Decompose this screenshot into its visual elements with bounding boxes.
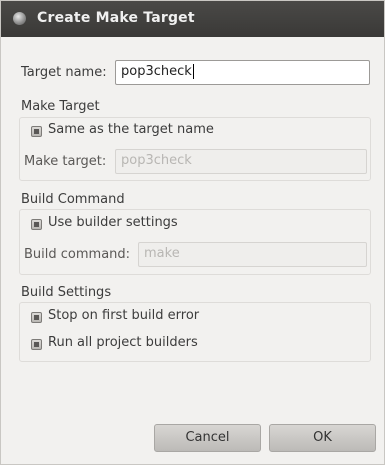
target-name-label: Target name: <box>21 65 107 80</box>
build-command-input[interactable]: make <box>138 242 367 267</box>
build-command-value: make <box>144 246 180 261</box>
text-caret <box>192 64 194 79</box>
title-bar: Create Make Target <box>1 1 384 37</box>
make-target-input[interactable]: pop3check <box>115 149 367 174</box>
create-make-target-dialog: Create Make Target Target name: pop3chec… <box>0 0 385 465</box>
same-as-target-name-checkbox[interactable] <box>31 126 42 137</box>
run-all-builders-label: Run all project builders <box>48 335 198 350</box>
use-builder-settings-checkbox[interactable] <box>31 219 42 230</box>
target-name-value: pop3check <box>121 64 192 79</box>
use-builder-settings-label: Use builder settings <box>48 215 178 230</box>
build-settings-section-title: Build Settings <box>21 285 112 300</box>
target-name-input[interactable]: pop3check <box>115 60 370 85</box>
make-target-label: Make target: <box>24 154 107 169</box>
same-as-target-name-label: Same as the target name <box>48 122 214 137</box>
cancel-button[interactable]: Cancel <box>154 424 261 452</box>
stop-on-first-error-checkbox[interactable] <box>31 312 42 323</box>
build-command-label: Build command: <box>24 247 131 262</box>
dialog-title: Create Make Target <box>37 10 195 26</box>
run-all-builders-checkbox[interactable] <box>31 339 42 350</box>
build-command-section-title: Build Command <box>21 192 125 207</box>
ok-button[interactable]: OK <box>269 424 376 452</box>
make-target-section-title: Make Target <box>21 99 100 114</box>
stop-on-first-error-label: Stop on first build error <box>48 308 200 323</box>
app-icon <box>13 12 26 25</box>
make-target-value: pop3check <box>121 153 192 168</box>
